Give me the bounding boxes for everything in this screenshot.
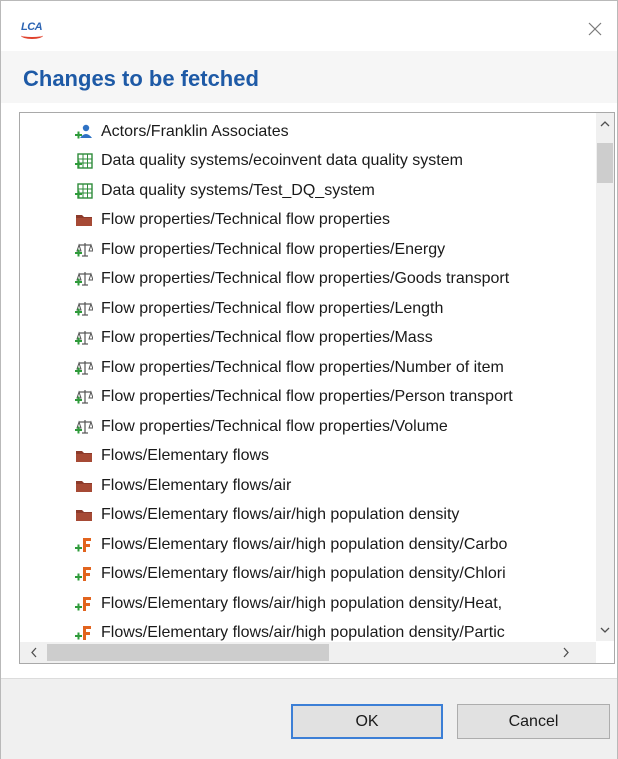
dq-system-add-icon: [75, 152, 93, 170]
folder-icon: [75, 447, 93, 465]
list-item[interactable]: Flows/Elementary flows: [75, 442, 269, 471]
actor-add-icon: [75, 123, 93, 141]
list-item[interactable]: Flow properties/Technical flow propertie…: [75, 412, 448, 441]
list-item-label: Flow properties/Technical flow propertie…: [101, 211, 391, 228]
folder-icon: [75, 506, 93, 524]
flow-property-add-icon: [75, 300, 94, 318]
list-item-label: Flow properties/Technical flow propertie…: [101, 270, 510, 287]
list-item[interactable]: Flow properties/Technical flow propertie…: [75, 235, 445, 264]
flow-add-icon: [75, 595, 93, 613]
list-item-label: Flow properties/Technical flow propertie…: [101, 417, 448, 435]
scroll-down-button[interactable]: [596, 621, 614, 639]
close-button[interactable]: [581, 15, 609, 43]
changes-list[interactable]: Actors/Franklin Associates Data quality s…: [19, 112, 615, 664]
list-item[interactable]: Flow properties/Technical flow propertie…: [75, 324, 433, 353]
list-item-label: Flow properties/Technical flow propertie…: [101, 388, 513, 405]
list-item-label: Flows/Elementary flows/air/high populati…: [101, 594, 503, 612]
chevron-down-icon: [600, 627, 610, 633]
folder-icon: [75, 477, 93, 495]
list-item-label: Flow properties/Technical flow propertie…: [101, 358, 504, 376]
list-item[interactable]: Flow properties/Technical flow propertie…: [75, 383, 513, 412]
list-item[interactable]: Flow properties/Technical flow propertie…: [75, 265, 509, 294]
list-item[interactable]: Flows/Elementary flows/air/high populati…: [75, 530, 507, 559]
list-item[interactable]: Data quality systems/Test_DQ_system: [75, 176, 375, 205]
list-item-label: Flows/Elementary flows: [101, 447, 270, 464]
chevron-right-icon: [563, 647, 569, 658]
vertical-scroll-thumb[interactable]: [597, 143, 613, 183]
list-item-label: Actors/Franklin Associates: [101, 122, 289, 140]
folder-icon: [75, 211, 93, 229]
list-item[interactable]: Flows/Elementary flows/air/high populati…: [75, 619, 505, 641]
chevron-left-icon: [31, 647, 37, 658]
flow-add-icon: [75, 536, 93, 554]
flow-property-add-icon: [75, 418, 94, 436]
list-item[interactable]: Flows/Elementary flows/air/high populati…: [75, 501, 459, 530]
horizontal-scrollbar[interactable]: [20, 642, 596, 663]
button-bar: OK Cancel: [1, 678, 617, 759]
list-item-label: Flows/Elementary flows/air: [101, 476, 292, 494]
cancel-button[interactable]: Cancel: [457, 704, 610, 739]
fetch-changes-dialog: LCA Changes to be fetched Actors/Frankli…: [0, 0, 618, 759]
list-item-label: Flows/Elementary flows/air/high populati…: [101, 565, 506, 582]
title-bar[interactable]: LCA: [1, 1, 617, 51]
list-item-label: Flows/Elementary flows/air/high populati…: [101, 624, 505, 641]
list-item-label: Flows/Elementary flows/air/high populati…: [101, 535, 508, 553]
list-item[interactable]: Flows/Elementary flows/air: [75, 471, 291, 500]
app-logo: LCA: [21, 21, 43, 39]
chevron-up-icon: [600, 121, 610, 127]
ok-button[interactable]: OK: [291, 704, 443, 739]
list-item-label: Flow properties/Technical flow propertie…: [101, 299, 444, 317]
flow-property-add-icon: [75, 388, 94, 406]
horizontal-scroll-thumb[interactable]: [47, 644, 329, 661]
list-item[interactable]: Flows/Elementary flows/air/high populati…: [75, 589, 502, 618]
list-item[interactable]: Flow properties/Technical flow propertie…: [75, 353, 504, 382]
scroll-right-button[interactable]: [556, 642, 576, 663]
list-item-label: Data quality systems/Test_DQ_system: [101, 181, 375, 199]
dialog-header: Changes to be fetched: [1, 51, 617, 103]
close-icon: [588, 22, 602, 36]
changes-list-viewport: Actors/Franklin Associates Data quality s…: [20, 113, 595, 641]
scroll-up-button[interactable]: [596, 115, 614, 133]
dialog-title: Changes to be fetched: [23, 66, 259, 91]
list-item[interactable]: Data quality systems/ecoinvent data qual…: [75, 147, 463, 176]
list-item[interactable]: Flow properties/Technical flow propertie…: [75, 206, 390, 235]
flow-property-add-icon: [75, 359, 94, 377]
dq-system-add-icon: [75, 182, 93, 200]
flow-property-add-icon: [75, 241, 94, 259]
scroll-left-button[interactable]: [24, 642, 44, 663]
list-item[interactable]: Actors/Franklin Associates: [75, 117, 289, 146]
list-item-label: Flow properties/Technical flow propertie…: [101, 329, 433, 346]
flow-add-icon: [75, 624, 93, 641]
vertical-scrollbar[interactable]: [596, 113, 614, 641]
list-item[interactable]: Flow properties/Technical flow propertie…: [75, 294, 443, 323]
flow-property-add-icon: [75, 329, 94, 347]
list-item-label: Data quality systems/ecoinvent data qual…: [101, 152, 463, 169]
flow-property-add-icon: [75, 270, 94, 288]
list-item[interactable]: Flows/Elementary flows/air/high populati…: [75, 560, 506, 589]
list-item-label: Flows/Elementary flows/air/high populati…: [101, 506, 460, 523]
flow-add-icon: [75, 565, 93, 583]
list-item-label: Flow properties/Technical flow propertie…: [101, 240, 446, 258]
